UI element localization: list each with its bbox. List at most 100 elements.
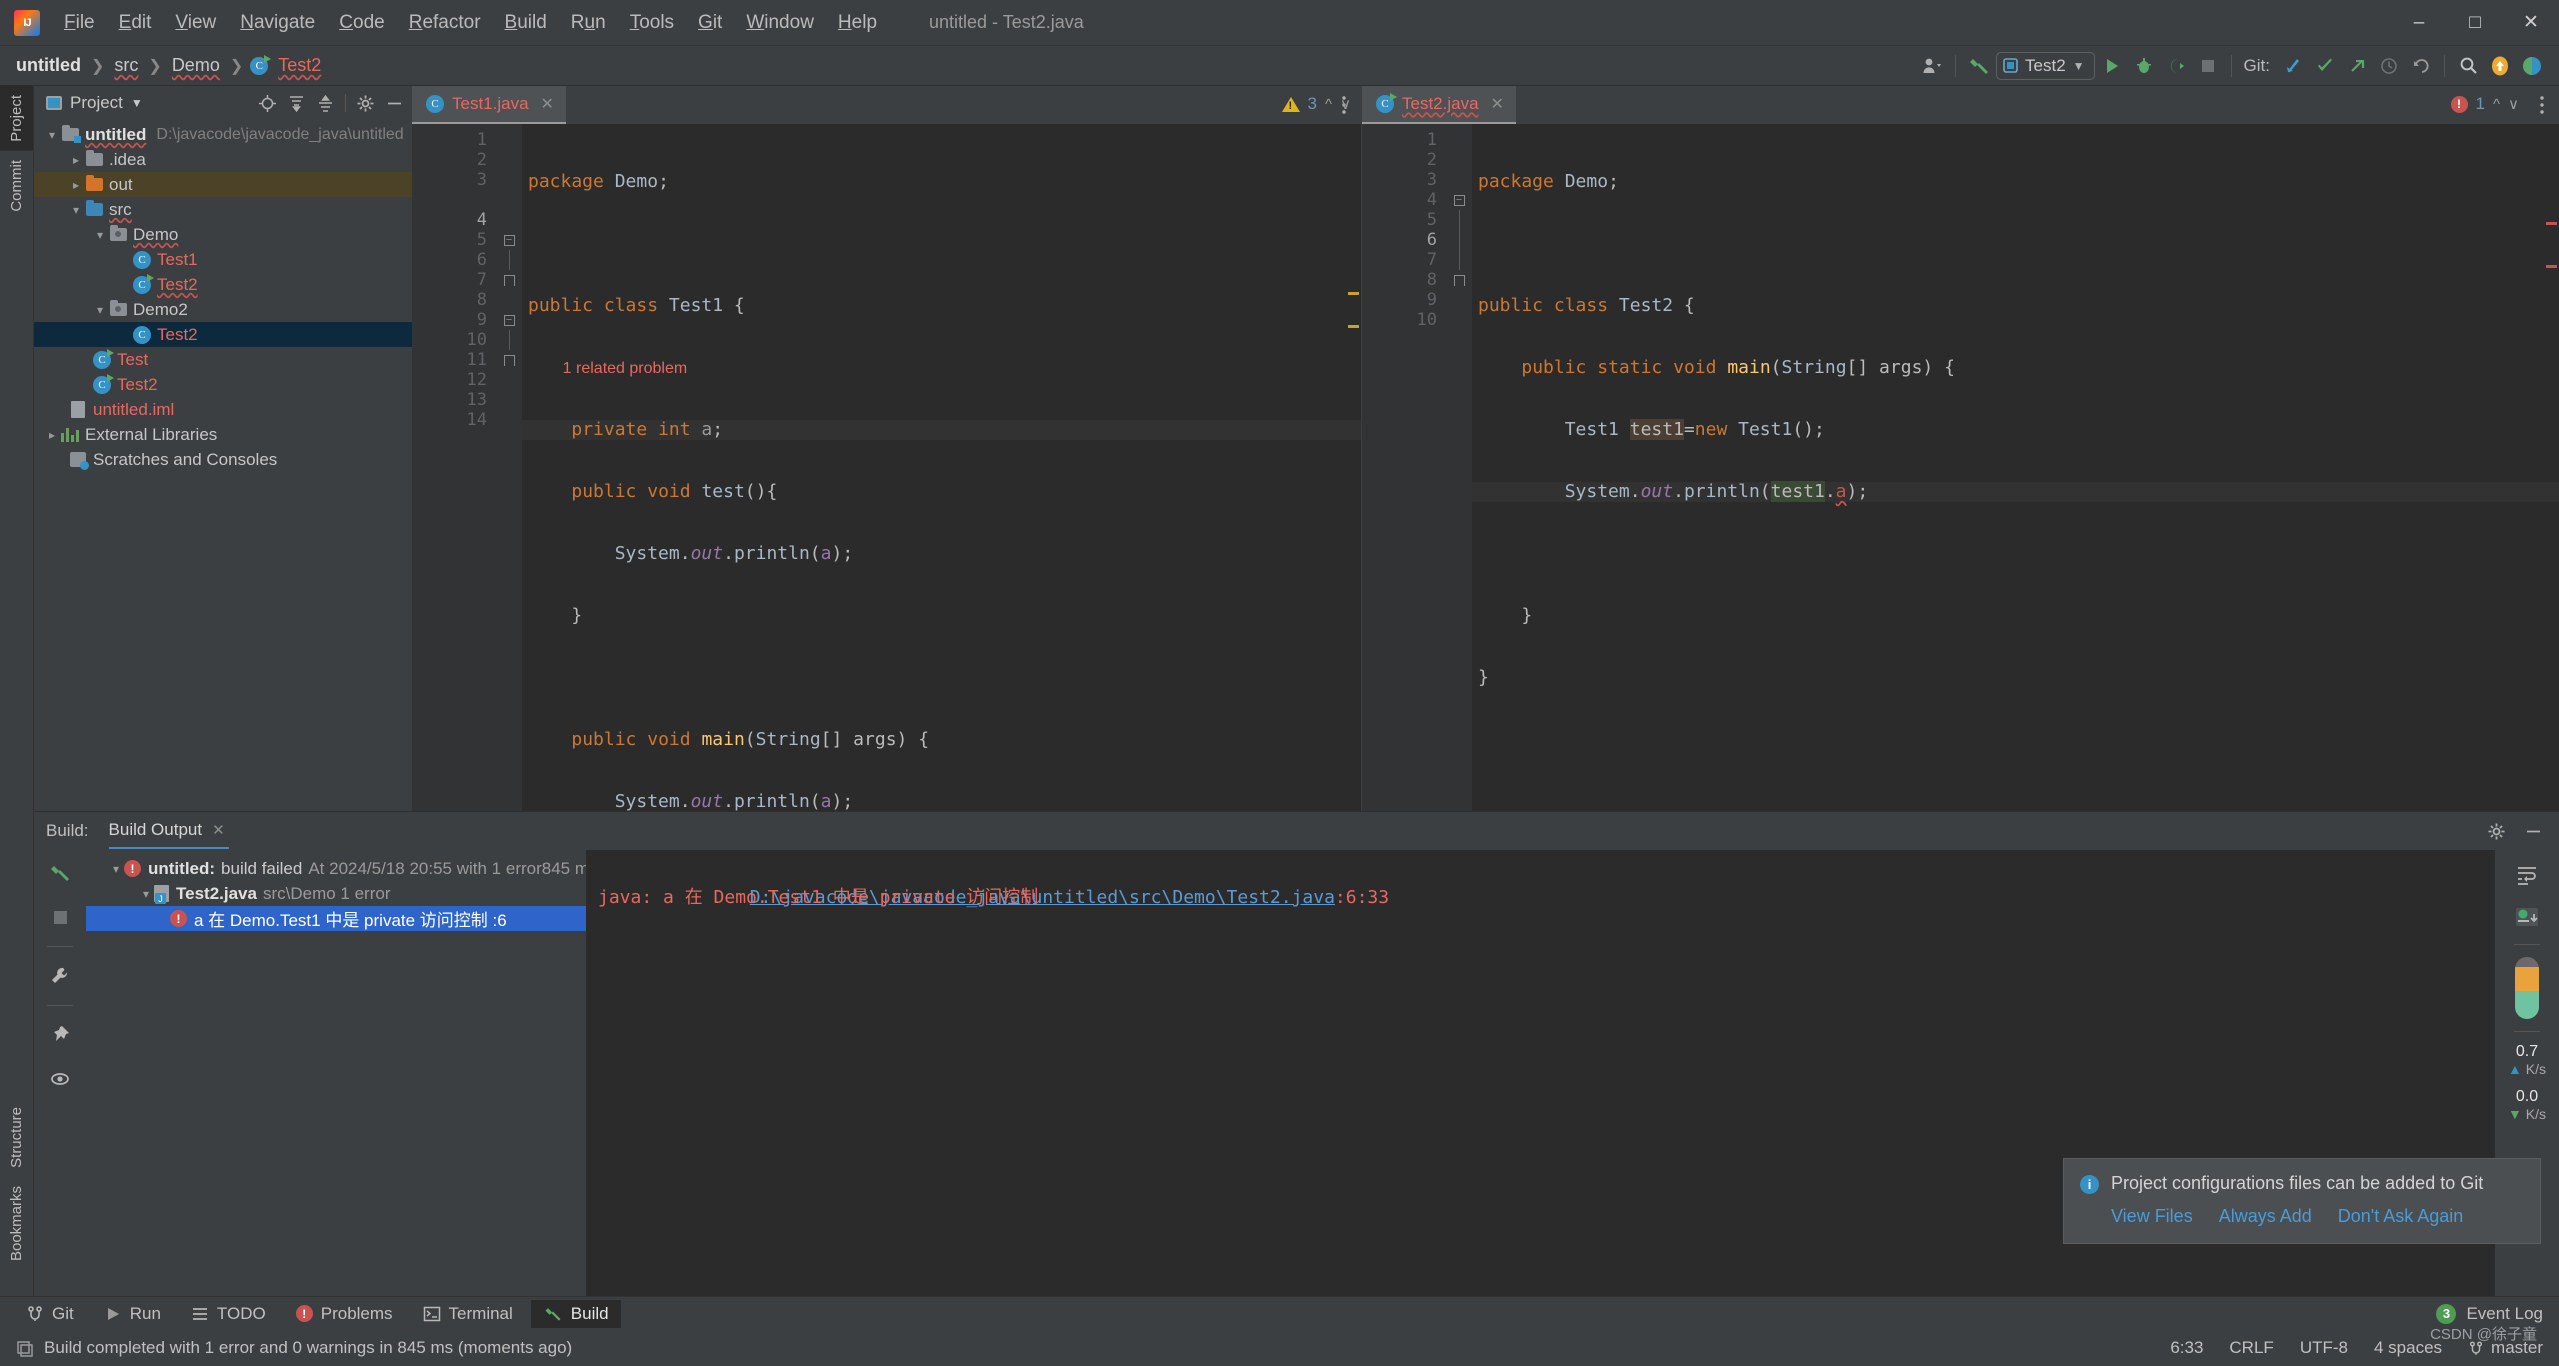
- debug-icon[interactable]: [2129, 51, 2159, 81]
- run-with-coverage-icon[interactable]: [2161, 51, 2191, 81]
- soft-wrap-icon[interactable]: [2512, 860, 2542, 890]
- build-row-file[interactable]: ▾ Test2.java src\Demo 1 error: [86, 881, 586, 906]
- inspection-widget-left[interactable]: 3 ^ ∨: [1281, 94, 1351, 114]
- tree-item-package-demo[interactable]: ▾ Demo: [34, 222, 412, 247]
- maximize-button[interactable]: □: [2447, 1, 2503, 45]
- close-icon[interactable]: ✕: [541, 94, 554, 114]
- close-icon[interactable]: ✕: [1491, 94, 1504, 114]
- marker-bar-left[interactable]: [1347, 162, 1361, 811]
- marker-bar-right[interactable]: [2545, 162, 2559, 811]
- stop-icon[interactable]: [2193, 51, 2223, 81]
- tree-item-class-test2-demo[interactable]: C Test2: [34, 272, 412, 297]
- menu-file[interactable]: File: [52, 8, 107, 38]
- close-icon[interactable]: ✕: [212, 821, 225, 839]
- eye-icon[interactable]: [45, 1064, 75, 1094]
- build-row-error[interactable]: ! a 在 Demo.Test1 中是 private 访问控制 :6: [86, 906, 586, 931]
- stop-icon[interactable]: [45, 902, 75, 932]
- tree-item-scratches[interactable]: Scratches and Consoles: [34, 447, 412, 472]
- menu-git[interactable]: Git: [686, 8, 734, 38]
- menu-navigate[interactable]: Navigate: [228, 8, 327, 38]
- breadcrumb-item-project[interactable]: untitled: [12, 55, 85, 76]
- code-area-left[interactable]: 1 2 3 4 5 6 7 8 9 10 11 12 13 14 − − pac…: [412, 124, 1361, 811]
- breadcrumb-item-class[interactable]: Test2: [274, 55, 325, 76]
- tree-item-class-test2-demo2[interactable]: C Test2: [34, 322, 412, 347]
- chevron-right-icon[interactable]: ▸: [44, 428, 60, 442]
- user-avatar-icon[interactable]: [1917, 51, 1947, 81]
- build-output-tab[interactable]: Build Output ✕: [108, 813, 229, 849]
- chevron-right-icon[interactable]: ▸: [68, 153, 84, 167]
- inline-hint-related-problem[interactable]: 1 related problem: [522, 358, 1361, 378]
- code-text-left[interactable]: package Demo; public class Test1 { 1 rel…: [522, 124, 1361, 811]
- indent-setting[interactable]: 4 spaces: [2374, 1338, 2442, 1358]
- chevron-down-icon[interactable]: ▼: [131, 96, 143, 110]
- view-files-link[interactable]: View Files: [2111, 1206, 2193, 1227]
- warning-marker[interactable]: [1348, 292, 1359, 295]
- tool-window-git[interactable]: Git: [14, 1300, 86, 1328]
- menu-run[interactable]: Run: [559, 8, 618, 38]
- tab-test1-java[interactable]: C Test1.java ✕: [412, 86, 566, 124]
- run-configuration-selector[interactable]: Test2 ▼: [1996, 51, 2095, 80]
- tool-window-build[interactable]: Build: [530, 1299, 621, 1328]
- git-commit-icon[interactable]: [2310, 51, 2340, 81]
- git-branch-widget[interactable]: master: [2468, 1338, 2543, 1358]
- error-marker[interactable]: [2546, 265, 2557, 268]
- git-history-icon[interactable]: [2374, 51, 2404, 81]
- collapse-all-icon[interactable]: [316, 94, 335, 113]
- build-hammer-icon[interactable]: [1964, 51, 1994, 81]
- tool-window-todo[interactable]: TODO: [179, 1300, 278, 1328]
- menu-tools[interactable]: Tools: [618, 8, 686, 38]
- sidebar-tab-bookmarks[interactable]: Bookmarks: [0, 1177, 33, 1270]
- scroll-to-end-icon[interactable]: [2512, 902, 2542, 932]
- tree-item-out[interactable]: ▸ out: [34, 172, 412, 197]
- pin-icon[interactable]: [45, 1020, 75, 1050]
- file-encoding[interactable]: UTF-8: [2300, 1338, 2348, 1358]
- menu-refactor[interactable]: Refactor: [397, 8, 493, 38]
- git-push-icon[interactable]: [2342, 51, 2372, 81]
- caret-position[interactable]: 6:33: [2170, 1338, 2203, 1358]
- hide-panel-icon[interactable]: [2524, 822, 2543, 841]
- locate-icon[interactable]: [258, 94, 277, 113]
- memory-indicator[interactable]: [2515, 957, 2539, 1019]
- fold-region-collapse[interactable]: −: [496, 230, 522, 250]
- sidebar-tab-project[interactable]: Project: [0, 86, 33, 151]
- fold-gutter-left[interactable]: − −: [496, 124, 522, 811]
- inspection-widget-right[interactable]: ! 1 ^ ∨: [2450, 94, 2519, 114]
- chevron-down-icon[interactable]: ▾: [138, 887, 154, 901]
- chevron-down-icon[interactable]: ▾: [92, 228, 108, 242]
- tree-item-external-libraries[interactable]: ▸ External Libraries: [34, 422, 412, 447]
- menu-view[interactable]: View: [163, 8, 228, 38]
- updates-available-icon[interactable]: [2485, 51, 2515, 81]
- menu-edit[interactable]: Edit: [107, 8, 164, 38]
- next-problem-icon[interactable]: ∨: [2508, 95, 2519, 113]
- sidebar-tab-structure[interactable]: Structure: [0, 1098, 33, 1177]
- chevron-right-icon[interactable]: ▸: [68, 178, 84, 192]
- settings-gear-icon[interactable]: [2487, 822, 2506, 841]
- close-button[interactable]: ✕: [2503, 1, 2559, 45]
- tree-item-package-demo2[interactable]: ▾ Demo2: [34, 297, 412, 322]
- tree-item-module[interactable]: ▾ untitled D:\javacode\javacode_java\unt…: [34, 122, 412, 147]
- fold-region-collapse[interactable]: −: [1446, 190, 1472, 210]
- menu-window[interactable]: Window: [734, 8, 826, 38]
- menu-build[interactable]: Build: [493, 8, 559, 38]
- tree-item-iml[interactable]: untitled.iml: [34, 397, 412, 422]
- fold-region-end[interactable]: [496, 270, 522, 290]
- tree-item-class-test2-root[interactable]: C Test2: [34, 372, 412, 397]
- tool-window-problems[interactable]: ! Problems: [284, 1300, 405, 1328]
- build-settings-wrench-icon[interactable]: [45, 961, 75, 991]
- tree-item-src[interactable]: ▾ src: [34, 197, 412, 222]
- previous-problem-icon[interactable]: ^: [2493, 96, 2500, 113]
- hide-panel-icon[interactable]: [385, 94, 404, 113]
- fold-gutter-right[interactable]: −: [1446, 124, 1472, 811]
- console-link-line[interactable]: D:\javacode\javacode_java\untitled\src\D…: [598, 860, 2495, 908]
- previous-problem-icon[interactable]: ^: [1325, 96, 1332, 113]
- git-update-icon[interactable]: [2278, 51, 2308, 81]
- breadcrumb-item-package[interactable]: Demo: [168, 55, 224, 76]
- run-icon[interactable]: [2097, 51, 2127, 81]
- menu-code[interactable]: Code: [327, 8, 396, 38]
- error-marker[interactable]: [2546, 222, 2557, 225]
- fold-region-collapse[interactable]: −: [496, 310, 522, 330]
- expand-all-icon[interactable]: [287, 94, 306, 113]
- settings-gear-icon[interactable]: [356, 94, 375, 113]
- tab-test2-java[interactable]: C Test2.java ✕: [1362, 86, 1516, 124]
- rerun-build-icon[interactable]: [45, 858, 75, 888]
